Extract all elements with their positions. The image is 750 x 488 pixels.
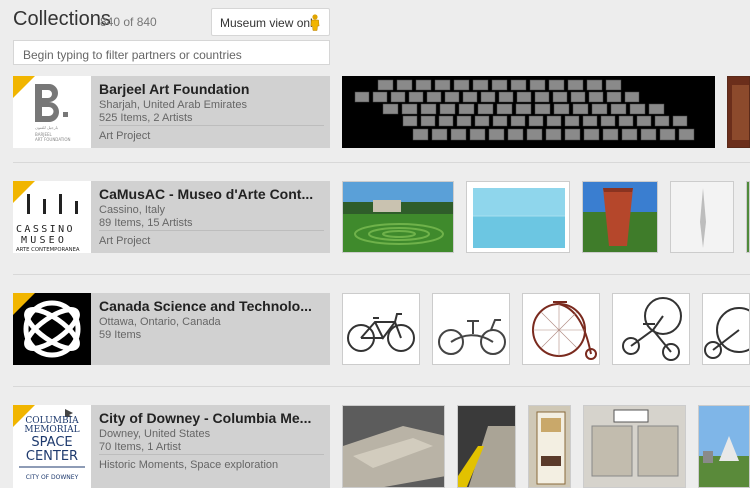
collection-thumbnail[interactable] xyxy=(670,181,734,253)
collection-items-count: 70 Items, 1 Artist xyxy=(99,441,181,453)
svg-text:ART FOUNDATION: ART FOUNDATION xyxy=(35,137,71,142)
svg-text:SPACE: SPACE xyxy=(31,435,72,450)
collections-page: Collections 840 of 840 Museum view only … xyxy=(0,0,750,488)
card-divider xyxy=(99,230,324,231)
collection-items-count: 59 Items xyxy=(99,329,142,341)
collection-thumbnail[interactable] xyxy=(342,293,420,365)
collection-thumbnail[interactable] xyxy=(727,76,750,148)
collection-thumbnail[interactable] xyxy=(522,293,600,365)
artwork-image xyxy=(583,182,657,252)
collection-thumbnail[interactable] xyxy=(698,405,750,488)
collection-row[interactable]: CASSINO MUSEO ARTE CONTEMPORANEA CaMusAC… xyxy=(0,181,750,253)
artwork-image xyxy=(584,406,685,487)
row-separator xyxy=(13,386,750,387)
collection-thumbnail[interactable] xyxy=(466,181,570,253)
card-divider xyxy=(99,125,324,126)
partner-badge xyxy=(13,181,35,203)
collection-thumbnail[interactable] xyxy=(528,405,571,488)
collection-location: Sharjah, United Arab Emirates xyxy=(99,99,247,111)
collection-card[interactable]: CASSINO MUSEO ARTE CONTEMPORANEA CaMusAC… xyxy=(13,181,330,253)
collection-location: Ottawa, Ontario, Canada xyxy=(99,316,221,328)
collection-thumbnail[interactable] xyxy=(342,181,454,253)
partner-logo: COLUMBIA MEMORIAL SPACE CENTER CITY OF D… xyxy=(13,405,91,488)
artwork-image xyxy=(699,406,749,487)
collection-thumbnail[interactable] xyxy=(746,181,750,253)
partner-badge xyxy=(13,293,35,315)
partner-logo: بارجيل للفنون BARJEEL ART FOUNDATION xyxy=(13,76,91,148)
svg-text:CENTER: CENTER xyxy=(26,449,78,464)
collection-name[interactable]: Barjeel Art Foundation xyxy=(99,81,325,97)
svg-text:MUSEO: MUSEO xyxy=(21,235,67,246)
artwork-image xyxy=(343,182,453,252)
pegman-icon xyxy=(310,14,320,31)
artwork-image xyxy=(671,182,733,252)
collection-thumbnail[interactable] xyxy=(457,405,516,488)
artwork-image xyxy=(728,77,749,147)
collection-tags: Historic Moments, Space exploration xyxy=(99,459,279,471)
artwork-image xyxy=(467,182,569,252)
collection-name[interactable]: Canada Science and Technolo... xyxy=(99,298,325,314)
collection-name[interactable]: CaMusAC - Museo d'Arte Cont... xyxy=(99,186,325,202)
bicycle-image xyxy=(433,294,509,364)
svg-text:ARTE CONTEMPORANEA: ARTE CONTEMPORANEA xyxy=(16,247,80,253)
svg-text:بارجيل للفنون: بارجيل للفنون xyxy=(35,125,58,130)
collection-items-count: 89 Items, 15 Artists xyxy=(99,217,193,229)
svg-text:CITY OF DOWNEY: CITY OF DOWNEY xyxy=(26,474,79,481)
collection-thumbnail[interactable] xyxy=(582,181,658,253)
collection-card[interactable]: بارجيل للفنون BARJEEL ART FOUNDATION Bar… xyxy=(13,76,330,148)
collection-row[interactable]: Canada Science and Technolo... Ottawa, O… xyxy=(0,293,750,365)
artwork-grid-image xyxy=(343,77,714,147)
museum-view-label: Museum view only xyxy=(220,16,319,30)
partner-logo xyxy=(13,293,91,365)
collection-thumbnail[interactable] xyxy=(342,76,715,148)
filter-input[interactable] xyxy=(13,40,330,65)
collection-items-count: 525 Items, 2 Artists xyxy=(99,112,193,124)
partner-badge xyxy=(13,76,35,98)
artwork-image xyxy=(343,406,444,487)
penny-farthing-image xyxy=(523,294,599,364)
collection-thumbnail[interactable] xyxy=(702,293,750,365)
tricycle-image xyxy=(613,294,689,364)
bicycle-image xyxy=(703,294,749,364)
collection-thumbnail[interactable] xyxy=(342,405,445,488)
collection-card[interactable]: COLUMBIA MEMORIAL SPACE CENTER CITY OF D… xyxy=(13,405,330,488)
header: Collections 840 of 840 Museum view only xyxy=(0,0,750,70)
artwork-image xyxy=(529,406,570,487)
collection-location: Cassino, Italy xyxy=(99,204,166,216)
artwork-image xyxy=(458,406,515,487)
collection-location: Downey, United States xyxy=(99,428,211,440)
museum-view-toggle-button[interactable]: Museum view only xyxy=(211,8,330,36)
collection-tags: Art Project xyxy=(99,235,151,247)
partner-badge xyxy=(13,405,35,427)
collection-tags: Art Project xyxy=(99,130,151,142)
collection-card[interactable]: Canada Science and Technolo... Ottawa, O… xyxy=(13,293,330,365)
partner-logo: CASSINO MUSEO ARTE CONTEMPORANEA xyxy=(13,181,91,253)
collection-thumbnail[interactable] xyxy=(583,405,686,488)
card-divider xyxy=(99,454,324,455)
collection-thumbnail[interactable] xyxy=(432,293,510,365)
collection-row[interactable]: COLUMBIA MEMORIAL SPACE CENTER CITY OF D… xyxy=(0,405,750,488)
page-title: Collections xyxy=(13,8,111,30)
svg-text:CASSINO: CASSINO xyxy=(16,224,75,235)
collection-name[interactable]: City of Downey - Columbia Me... xyxy=(99,410,325,426)
bicycle-image xyxy=(343,294,419,364)
collection-row[interactable]: بارجيل للفنون BARJEEL ART FOUNDATION Bar… xyxy=(0,76,750,148)
result-count: 840 of 840 xyxy=(100,15,157,29)
row-separator xyxy=(13,162,750,163)
row-separator xyxy=(13,274,750,275)
collection-thumbnail[interactable] xyxy=(612,293,690,365)
